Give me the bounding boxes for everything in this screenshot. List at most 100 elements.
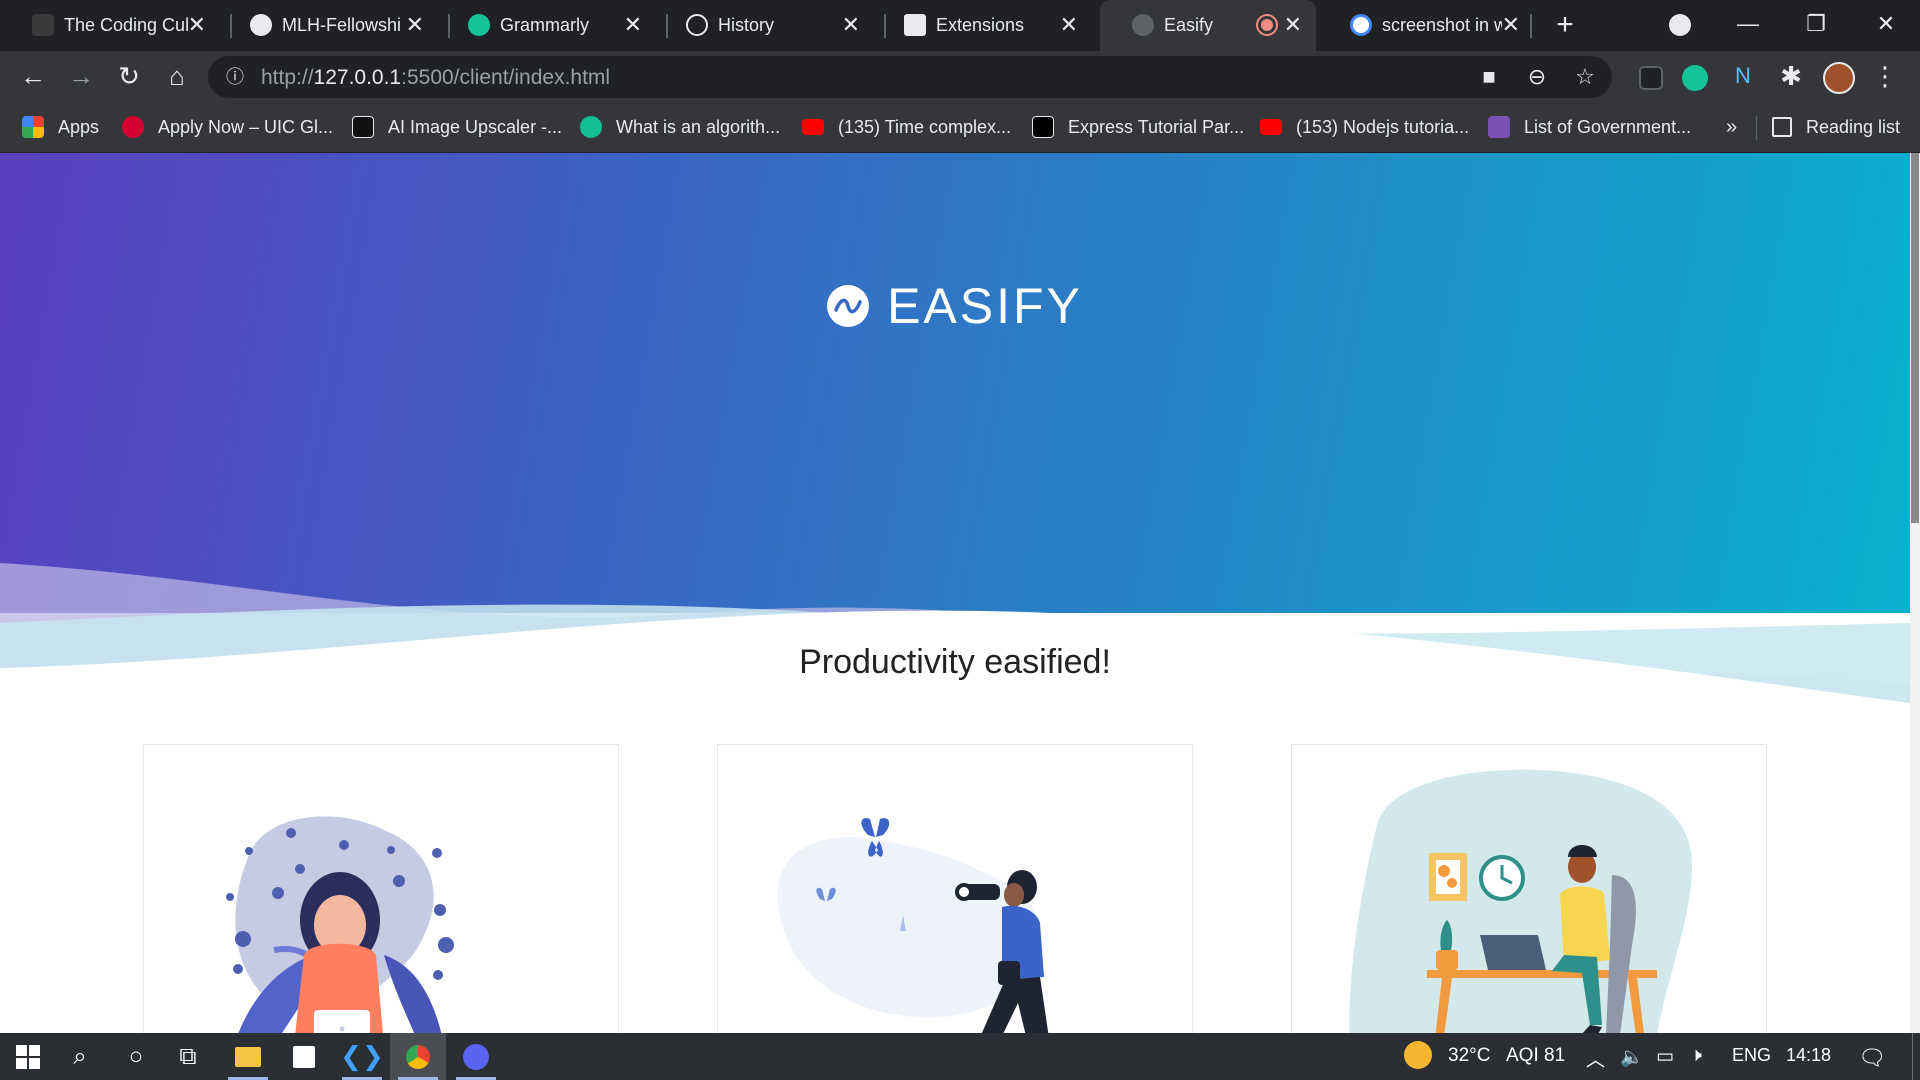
apps-grid-icon <box>22 116 44 138</box>
man-at-desk-illustration <box>1349 769 1692 1033</box>
bookmark-time-complexity[interactable]: (135) Time complex... <box>802 114 1011 140</box>
bookmark-apps[interactable]: Apps <box>22 114 99 140</box>
tab-label: The Coding Cul <box>64 15 190 35</box>
grammarly-icon <box>468 14 490 36</box>
mdn-icon <box>1032 116 1054 138</box>
windows-start-button[interactable] <box>0 1033 56 1080</box>
github-icon <box>250 14 272 36</box>
chevron-up-icon[interactable]: ︿ <box>1586 1045 1605 1072</box>
feature-card-focus[interactable] <box>717 744 1193 1033</box>
tab-strip: The Coding Cul ✕ MLH-Fellowshi ✕ Grammar… <box>0 0 1920 51</box>
bookmarks-overflow-button[interactable]: » <box>1726 114 1737 140</box>
language-indicator[interactable]: ENG <box>1732 1045 1771 1066</box>
bookmark-government-list[interactable]: List of Government... <box>1488 114 1691 140</box>
new-tab-button[interactable]: + <box>1548 8 1582 42</box>
tab-history[interactable]: History ✕ <box>654 0 874 51</box>
chrome-icon[interactable] <box>390 1033 446 1080</box>
star-icon[interactable]: ☆ <box>1572 64 1598 90</box>
back-button[interactable]: ← <box>16 59 50 93</box>
youtube-icon <box>802 119 824 135</box>
history-icon <box>686 14 708 36</box>
bookmarks-bar: Apps Apply Now – UIC Gl... AI Image Upsc… <box>0 102 1920 153</box>
bookmark-label: (153) Nodejs tutoria... <box>1296 116 1470 137</box>
tab-grammarly[interactable]: Grammarly ✕ <box>436 0 656 51</box>
scrollbar-thumb[interactable] <box>1911 153 1919 523</box>
close-icon[interactable]: ✕ <box>1284 12 1302 38</box>
close-icon[interactable]: ✕ <box>1060 12 1078 38</box>
recording-icon <box>1258 16 1276 34</box>
windows-taskbar: ⌕ ○ ⧉ ❮❯ 32°C AQI 81 ︿ 🔈 ▭ 🕨 ENG 14:18 🗨 <box>0 1033 1920 1080</box>
tab-mlh-fellowship[interactable]: MLH-Fellowshi ✕ <box>218 0 438 51</box>
puzzle-icon[interactable]: ✱ <box>1774 59 1808 93</box>
notification-icon[interactable]: 🗨 <box>1858 1045 1886 1071</box>
task-view-icon[interactable]: ⧉ <box>160 1033 216 1080</box>
url-text: http://127.0.0.1:5500/client/index.html <box>261 66 611 89</box>
bookmark-label: (135) Time complex... <box>838 116 1012 137</box>
brand-title: EASIFY <box>887 278 1083 334</box>
bookmark-label: What is an algorith... <box>616 116 781 137</box>
extension-icon[interactable] <box>1634 59 1668 93</box>
reading-list-button[interactable]: Reading list <box>1772 114 1900 140</box>
camera-icon[interactable]: ■ <box>1476 64 1502 90</box>
grammarly-extension-icon[interactable] <box>1678 59 1712 93</box>
tab-google-search[interactable]: screenshot in w ✕ <box>1318 0 1534 51</box>
reading-list-icon <box>1772 117 1792 137</box>
air-quality-index[interactable]: AQI 81 <box>1506 1045 1565 1067</box>
tab-label: Extensions <box>936 15 1025 35</box>
file-explorer-icon[interactable] <box>220 1033 276 1080</box>
bookmark-algorithm[interactable]: What is an algorith... <box>580 114 780 140</box>
feature-card-meditation[interactable] <box>143 744 619 1033</box>
minimize-button[interactable]: — <box>1728 6 1768 42</box>
easify-logo-icon <box>827 285 870 327</box>
close-icon[interactable]: ✕ <box>406 12 424 38</box>
close-icon[interactable]: ✕ <box>1502 12 1520 38</box>
volume-muted-icon[interactable]: 🕨 <box>1690 1045 1702 1067</box>
tab-label: Easify <box>1164 15 1214 35</box>
bookmark-ai-upscaler[interactable]: AI Image Upscaler -... <box>352 114 562 140</box>
restore-button[interactable]: ❐ <box>1796 6 1836 42</box>
forward-button[interactable]: → <box>64 59 98 93</box>
home-button[interactable]: ⌂ <box>160 59 194 93</box>
khan-icon <box>580 116 602 138</box>
photographer-butterflies-illustration <box>778 818 1049 1033</box>
google-icon <box>1350 14 1372 36</box>
vscode-icon[interactable]: ❮❯ <box>334 1033 390 1080</box>
feature-card-work[interactable] <box>1291 744 1767 1033</box>
close-icon[interactable]: ✕ <box>842 12 860 38</box>
cortana-icon[interactable]: ○ <box>108 1033 164 1080</box>
avatar[interactable] <box>1822 59 1856 95</box>
puzzle-icon <box>904 14 926 36</box>
tab-easify[interactable]: Easify ✕ <box>1100 0 1316 51</box>
bookmark-uic[interactable]: Apply Now – UIC Gl... <box>122 114 333 140</box>
weather-icon[interactable] <box>1404 1041 1432 1075</box>
battery-icon[interactable]: ▭ <box>1656 1045 1674 1068</box>
youtube-icon <box>1260 119 1282 135</box>
show-desktop-button[interactable] <box>1912 1033 1920 1080</box>
hero-wave-divider <box>0 563 1910 753</box>
close-icon[interactable]: ✕ <box>624 12 642 38</box>
bookmark-nodejs-tutorial[interactable]: (153) Nodejs tutoria... <box>1260 114 1469 140</box>
zoom-out-icon[interactable]: ⊖ <box>1524 64 1550 90</box>
info-icon[interactable]: ⓘ <box>222 64 248 90</box>
notion-extension-icon[interactable]: N <box>1726 59 1760 93</box>
store-icon[interactable] <box>276 1033 332 1080</box>
lock-hat-icon <box>32 14 54 36</box>
close-icon[interactable]: ✕ <box>188 12 206 38</box>
brand-header: EASIFY <box>0 277 1910 335</box>
tab-extensions[interactable]: Extensions ✕ <box>872 0 1092 51</box>
weather-temperature[interactable]: 32°C <box>1448 1045 1490 1067</box>
menu-icon[interactable]: ⋮ <box>1868 59 1902 93</box>
address-bar[interactable]: ⓘ http://127.0.0.1:5500/client/index.htm… <box>208 56 1612 98</box>
bookmark-label: Apps <box>58 116 100 137</box>
speaker-icon[interactable]: 🔈 <box>1620 1045 1644 1069</box>
clock[interactable]: 14:18 <box>1786 1045 1831 1066</box>
bookmark-express-tutorial[interactable]: Express Tutorial Par... <box>1032 114 1244 140</box>
reload-button[interactable]: ↻ <box>112 59 146 93</box>
wave-icon <box>834 298 862 314</box>
close-window-button[interactable]: ✕ <box>1866 6 1906 42</box>
discord-icon[interactable] <box>448 1033 504 1080</box>
tab-search-button[interactable] <box>1660 6 1700 42</box>
tab-coding-culture[interactable]: The Coding Cul ✕ <box>0 0 220 51</box>
search-icon[interactable]: ⌕ <box>52 1033 108 1080</box>
windows-logo-icon <box>16 1044 40 1069</box>
